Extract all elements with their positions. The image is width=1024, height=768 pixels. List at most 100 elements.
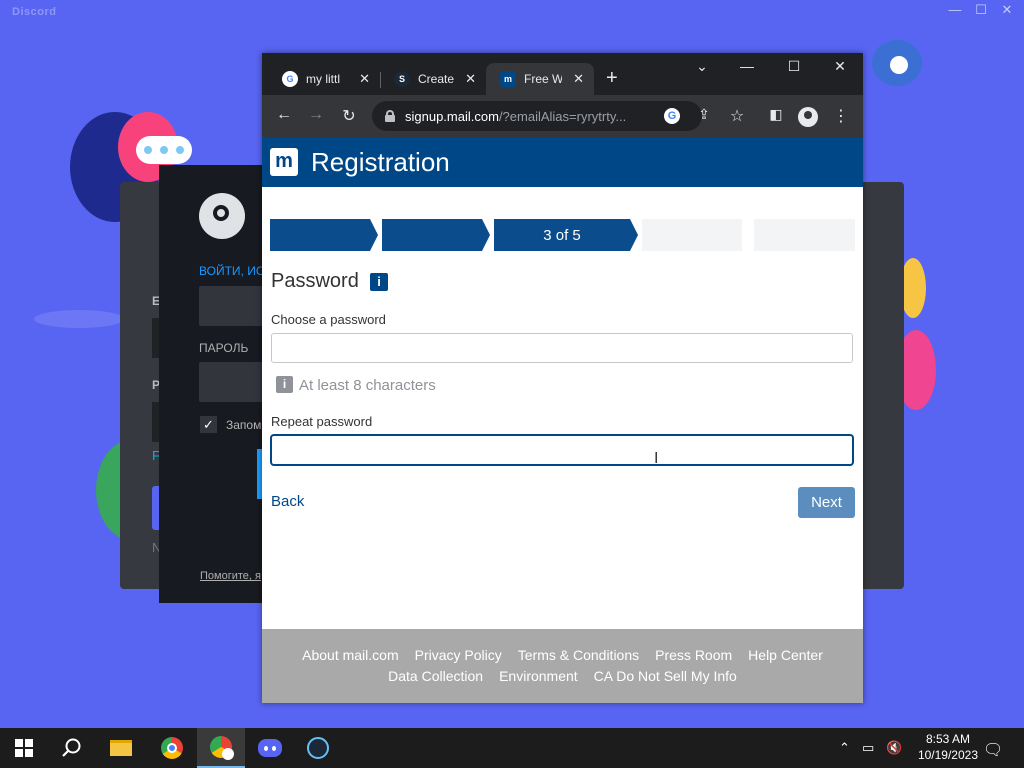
choose-password-label: Choose a password [271,312,386,327]
steam-logo-icon [199,193,245,239]
illustration-eye [890,56,908,74]
footer-link-help[interactable]: Help Center [748,647,823,663]
footer-link-about[interactable]: About mail.com [302,647,398,663]
registration-header: m Registration [262,137,863,187]
footer-link-ca-do-not-sell[interactable]: CA Do Not Sell My Info [594,668,737,684]
bookmark-star-icon[interactable]: ☆ [727,106,747,126]
footer-row-1: About mail.com Privacy Policy Terms & Co… [262,647,863,663]
share-icon[interactable]: ⇪ [694,106,714,123]
taskbar-discord[interactable] [246,728,294,768]
step-3-current: 3 of 5 [494,219,630,251]
taskbar-chrome-profile[interactable] [197,728,245,768]
new-tab-button[interactable]: + [606,67,618,90]
progress-steps: 3 of 5 [270,219,855,251]
clock-date: 10/19/2023 [917,748,978,762]
discord-maximize-button[interactable]: ☐ [970,2,992,18]
steam-icon: S [394,71,410,87]
minimize-button[interactable]: — [732,58,762,74]
clock-time: 8:53 AM [925,732,970,746]
tab-steam[interactable]: S Create ✕ [380,63,486,95]
footer-link-data-collection[interactable]: Data Collection [388,668,483,684]
footer-link-environment[interactable]: Environment [499,668,578,684]
page-footer: About mail.com Privacy Policy Terms & Co… [262,629,863,703]
footer-link-privacy[interactable]: Privacy Policy [415,647,502,663]
back-arrow-icon[interactable]: ← [274,106,294,124]
footer-link-press[interactable]: Press Room [655,647,732,663]
discord-title: Discord [12,6,57,18]
close-tab-icon[interactable]: ✕ [573,71,584,87]
steam-help-link[interactable]: Помогите, я [200,570,261,582]
tab-mail[interactable]: m Free W ✕ [486,63,594,95]
chrome-icon [161,737,183,759]
choose-password-input[interactable] [271,333,853,363]
folder-icon [110,740,132,756]
taskbar-chrome[interactable] [148,728,196,768]
side-panel-icon[interactable]: ◧ [766,106,786,123]
search-icon [62,738,81,757]
back-link[interactable]: Back [271,493,304,510]
steam-password-label: ПАРОЛЬ [199,341,249,355]
step-4 [642,219,742,251]
repeat-password-input[interactable] [271,435,853,465]
profile-avatar-icon[interactable] [798,107,818,127]
repeat-password-label: Repeat password [271,414,373,429]
info-icon[interactable]: i [370,273,388,291]
password-hint: At least 8 characters [299,377,436,394]
hint-info-icon: i [276,376,293,393]
step-arrow [370,219,378,251]
tab-strip: G my littl ✕ S Create ✕ m Free W ✕ + ⌄ —… [262,53,863,95]
taskbar-search-button[interactable] [48,728,96,768]
next-button[interactable]: Next [798,487,855,518]
discord-close-button[interactable]: ✕ [996,2,1018,18]
forward-arrow-icon[interactable]: → [306,106,326,124]
taskbar: ⌃ ▭ 🔇 8:53 AM 10/19/2023 🗨 [0,728,1024,768]
close-tab-icon[interactable]: ✕ [359,71,370,87]
tab-search-button[interactable]: ⌄ [687,58,717,75]
close-window-button[interactable]: ✕ [825,58,855,75]
mail-com-logo-icon[interactable]: m [270,148,298,176]
steam-signin-label: ВОЙТИ, ИС [199,264,265,278]
lock-icon[interactable] [385,110,395,122]
page-title: Registration [311,147,450,177]
step-arrow [482,219,490,251]
footer-row-2: Data Collection Environment CA Do Not Se… [262,668,863,684]
taskbar-steam[interactable] [294,728,342,768]
tab-title: Free W [524,72,562,86]
page-content: m Registration 3 of 5 Password i Choose … [262,137,863,703]
tray-chevron-up-icon[interactable]: ⌃ [839,740,850,756]
step-2 [382,219,482,251]
volume-muted-icon[interactable]: 🔇 [886,740,902,756]
network-icon[interactable]: ▭ [862,740,874,756]
url-host: signup.mail.com [405,108,499,124]
google-lens-icon[interactable]: G [664,108,680,124]
steam-icon [307,737,329,759]
footer-link-terms[interactable]: Terms & Conditions [518,647,639,663]
step-1 [270,219,370,251]
steam-window: ВОЙТИ, ИС ПАРОЛЬ ✓ Запом Помогите, я [159,165,279,603]
text-cursor-icon: I [654,450,659,467]
system-clock[interactable]: 8:53 AM 10/19/2023 [918,731,978,763]
windows-logo-icon [15,739,33,757]
tab-google[interactable]: G my littl ✕ [268,63,380,95]
illustration-cloud [34,310,124,328]
mail-icon: m [500,71,516,87]
password-section-title: Password [271,270,359,292]
steam-remember-checkbox[interactable]: ✓ [200,416,217,433]
maximize-button[interactable]: ☐ [779,58,809,75]
chrome-window: G my littl ✕ S Create ✕ m Free W ✕ + ⌄ —… [262,53,863,703]
kebab-menu-icon[interactable]: ⋮ [831,106,851,126]
tab-title: Create [418,72,455,86]
url-path: /?emailAlias=ryrytrty... [498,108,627,124]
step-arrow [630,219,638,251]
close-tab-icon[interactable]: ✕ [465,71,476,87]
notification-icon[interactable]: 🗨 [983,740,1003,760]
google-icon: G [282,71,298,87]
address-bar[interactable]: signup.mail.com /?emailAlias=ryrytrty... [372,101,702,131]
discord-icon [258,739,282,757]
discord-minimize-button[interactable]: — [944,2,966,17]
chrome-profile-icon [210,736,234,760]
windows-start-button[interactable] [0,728,48,768]
browser-toolbar: ← → ↻ signup.mail.com /?emailAlias=ryryt… [262,95,863,137]
taskbar-file-explorer[interactable] [97,728,145,768]
reload-icon[interactable]: ↻ [339,106,359,126]
